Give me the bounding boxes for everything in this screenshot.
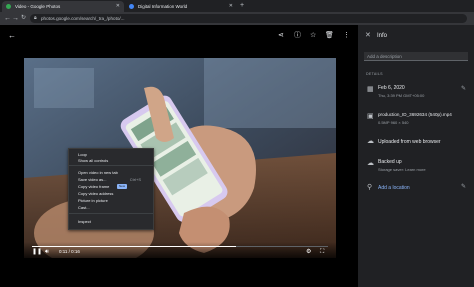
menu-item-open-new-tab[interactable]: Open video in new tab — [78, 170, 118, 175]
video-controls: ❚❚ 🔊︎ 0:11 / 0:16 ⚙ ⛶ — [24, 242, 336, 258]
fullscreen-icon[interactable]: ⛶ — [320, 248, 324, 256]
panel-title: Info — [377, 33, 388, 39]
address-bar[interactable]: 🔒︎ photos.google.com/search/_tra_/photo/… — [30, 14, 467, 23]
filename-text: production_ID_3692634 (540p).mp4 — [378, 112, 452, 117]
close-tab-icon[interactable]: ✕ — [229, 1, 233, 12]
menu-item-show-controls[interactable]: Show all controls — [78, 158, 108, 163]
back-arrow-icon[interactable]: ← — [4, 13, 11, 24]
volume-icon[interactable]: 🔊︎ — [45, 248, 49, 256]
close-tab-icon[interactable]: ✕ — [116, 1, 120, 12]
browser-tab-strip: Video - Google Photos ✕ Digital Informat… — [0, 0, 474, 12]
browser-toolbar: ← → ↻ 🔒︎ photos.google.com/search/_tra_/… — [0, 12, 474, 25]
context-menu: Loop Show all controls Open video in new… — [68, 148, 154, 230]
time-display: 0:11 / 0:16 — [59, 249, 80, 254]
menu-item-copy-address[interactable]: Copy video address — [78, 191, 113, 196]
upload-text: Uploaded from web browser — [378, 139, 441, 145]
menu-item-copy-frame[interactable]: Copy video frame — [78, 184, 109, 189]
menu-divider — [69, 213, 153, 214]
add-location-link[interactable]: Add a location — [378, 185, 410, 191]
menu-item-save-video[interactable]: Save video as... — [78, 177, 106, 182]
menu-item-inspect[interactable]: Inspect — [78, 219, 91, 224]
new-tab-button[interactable]: + — [240, 0, 244, 12]
file-meta-text: 0.5MP 960 × 540 — [378, 120, 409, 125]
time-text: Thu, 3:39 PM GMT+05:00 — [378, 93, 425, 98]
tab-title: Digital Information World — [138, 4, 188, 9]
site-favicon-icon — [129, 4, 134, 9]
date-text: Feb 6, 2020 — [378, 85, 405, 91]
more-vertical-icon[interactable]: ⋮ — [343, 31, 350, 41]
details-header: DETAILS — [366, 72, 383, 76]
photo-viewer: ← ⋖ ⓘ ☆ 🗑︎ ⋮ ❚❚ 🔊︎ 0:11 / 0:16 ⚙ ⛶ Loop … — [0, 25, 358, 287]
lock-icon: 🔒︎ — [34, 15, 37, 21]
info-panel: ✕ Info Add a description DETAILS ▦ Feb 6… — [358, 25, 474, 287]
settings-gear-icon[interactable]: ⚙ — [306, 248, 311, 256]
description-field[interactable]: Add a description — [364, 52, 468, 61]
reload-icon[interactable]: ↻ — [21, 13, 26, 24]
menu-item-loop[interactable]: Loop — [78, 152, 87, 157]
video-file-icon: ▣ — [367, 113, 374, 120]
photos-favicon-icon — [6, 4, 11, 9]
location-pin-icon: ⚲ — [367, 184, 373, 191]
arrow-left-icon[interactable]: ← — [8, 31, 16, 41]
tab-digital-information-world[interactable]: Digital Information World ✕ — [125, 1, 237, 12]
menu-item-cast[interactable]: Cast... — [78, 205, 90, 210]
trash-icon[interactable]: 🗑︎ — [325, 31, 334, 41]
url-text[interactable]: photos.google.com/search/_tra_/photo/... — [41, 14, 125, 23]
menu-shortcut: Ctrl+S — [129, 177, 141, 182]
storage-text[interactable]: Storage saver: Learn more — [378, 167, 426, 172]
star-icon[interactable]: ☆ — [310, 31, 316, 41]
close-icon[interactable]: ✕ — [365, 32, 371, 40]
description-placeholder[interactable]: Add a description — [367, 53, 402, 60]
menu-item-picture-in-picture[interactable]: Picture in picture — [78, 198, 108, 203]
share-icon[interactable]: ⋖ — [278, 31, 284, 41]
edit-location-pencil-icon[interactable]: ✎ — [461, 184, 466, 191]
backup-text: Backed up — [378, 159, 402, 165]
new-badge: New — [117, 184, 127, 189]
menu-divider — [69, 165, 153, 166]
info-icon[interactable]: ⓘ — [294, 31, 301, 41]
progress-fill — [32, 246, 237, 247]
tab-google-photos[interactable]: Video - Google Photos ✕ — [2, 1, 124, 12]
calendar-icon: ▦ — [367, 86, 374, 93]
pause-icon[interactable]: ❚❚ — [32, 248, 42, 256]
backup-cloud-check-icon: ☁ — [367, 160, 374, 167]
forward-arrow-icon[interactable]: → — [12, 13, 19, 24]
tab-title: Video - Google Photos — [15, 4, 61, 9]
upload-cloud-icon: ☁ — [367, 138, 374, 145]
edit-date-pencil-icon[interactable]: ✎ — [461, 86, 466, 93]
